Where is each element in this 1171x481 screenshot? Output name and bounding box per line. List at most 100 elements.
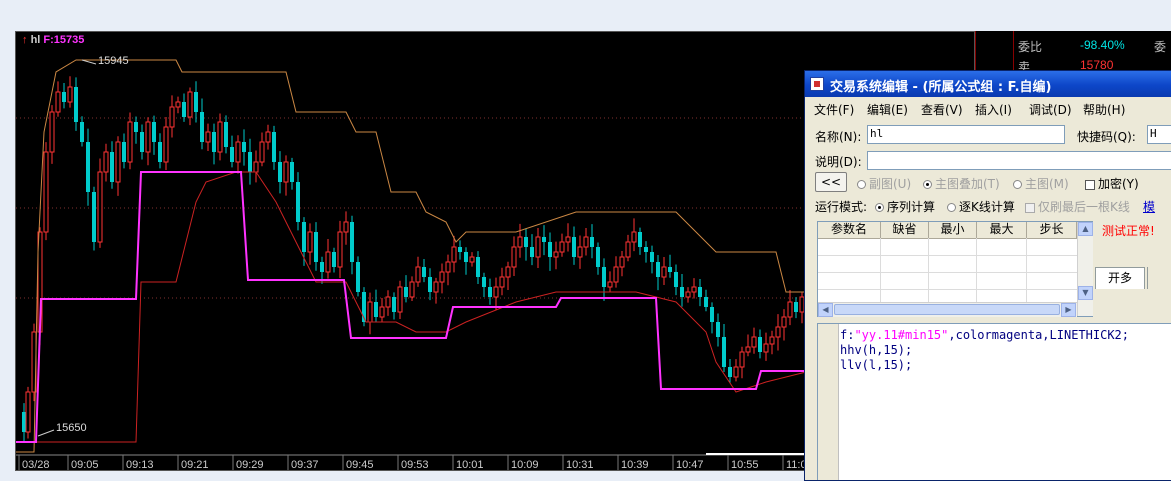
candle-body <box>92 192 96 242</box>
x-tick-label: 10:39 <box>621 459 649 471</box>
candle-body <box>631 231 637 243</box>
candle-body <box>644 247 648 252</box>
collapse-button[interactable]: << <box>815 172 847 192</box>
dialog-titlebar[interactable]: 交易系统编辑 - (所属公式组 : F.自编) <box>805 71 1171 97</box>
menu-view[interactable]: 查看(V) <box>921 101 963 118</box>
low-marker-leader <box>37 429 55 437</box>
candle-body <box>656 262 660 277</box>
test-status-text: 测试正常! <box>1102 224 1155 238</box>
menu-debug[interactable]: 调试(D) <box>1029 101 1072 118</box>
candle-body <box>259 141 265 163</box>
col-default[interactable]: 缺省 <box>881 222 929 238</box>
candle-body <box>343 221 349 233</box>
description-input[interactable] <box>867 151 1171 170</box>
code-line-3: llv(l,15); <box>840 358 913 372</box>
candle-body <box>428 277 432 292</box>
col-min[interactable]: 最小 <box>929 222 977 238</box>
grid-horizontal-scrollbar[interactable]: ◀ ▶ <box>818 302 1077 317</box>
name-label: 名称(N): <box>815 130 862 144</box>
code-line-2: hhv(h,15); <box>840 343 913 357</box>
candle-body <box>158 142 162 162</box>
menu-insert[interactable]: 插入(I) <box>975 101 1012 118</box>
candle-body <box>739 351 745 368</box>
llv-line <box>16 171 807 443</box>
kline-calc-label: 逐K线计算 <box>959 200 1015 214</box>
candle-body <box>296 182 300 222</box>
menu-edit[interactable]: 编辑(E) <box>867 101 908 118</box>
candle-body <box>704 297 708 307</box>
candle-body <box>607 281 613 288</box>
indicator-name: hl <box>30 34 41 46</box>
candle-body <box>698 287 702 297</box>
x-tick-label: 09:21 <box>181 459 209 471</box>
grid-vertical-scrollbar[interactable]: ▲ ▼ <box>1077 222 1093 316</box>
candle-body <box>613 266 619 283</box>
candle-body <box>638 232 642 247</box>
candle-body <box>596 247 600 267</box>
candle-body <box>451 246 457 263</box>
candle-body <box>680 287 684 297</box>
scroll-right-icon[interactable]: ▶ <box>1061 303 1076 317</box>
candle-body <box>524 237 528 247</box>
candle-body <box>86 142 90 192</box>
formula-code-editor[interactable]: f:"yy.11#min15",colormagenta,LINETHICK2;… <box>817 323 1171 480</box>
menu-help[interactable]: 帮助(H) <box>1083 101 1125 118</box>
candle-body <box>25 391 31 433</box>
menu-file[interactable]: 文件(F) <box>814 101 854 118</box>
description-label: 说明(D): <box>815 155 862 169</box>
scroll-left-icon[interactable]: ◀ <box>818 303 833 317</box>
tab-open-long[interactable]: 开多 <box>1095 267 1145 289</box>
candle-body <box>350 222 354 262</box>
candle-body <box>625 241 631 258</box>
candle-body <box>194 92 198 112</box>
radio-sequence-calc[interactable]: 序列计算 <box>875 198 935 215</box>
candle-body <box>691 286 697 293</box>
candle-body <box>374 302 378 317</box>
last-kline-only-checkbox[interactable]: 仅刷最后一根K线 <box>1025 198 1130 215</box>
candle-body <box>397 286 403 313</box>
radio-kline-calc[interactable]: 逐K线计算 <box>947 198 1015 215</box>
candle-body <box>505 266 511 278</box>
grid-col-line <box>976 238 977 304</box>
candle-body <box>530 247 534 257</box>
radio-main[interactable]: 主图(M) <box>1013 175 1069 192</box>
bid-ask-ratio-row: 委比 -98.40% 委 <box>976 38 1171 56</box>
encrypt-checkbox[interactable]: 加密(Y) <box>1085 175 1139 192</box>
candle-body <box>710 307 714 322</box>
candle-body <box>685 291 691 298</box>
candle-body <box>728 367 732 377</box>
candle-body <box>80 122 84 142</box>
radio-main-overlay[interactable]: 主图叠加(T) <box>923 175 1000 192</box>
scroll-down-icon[interactable]: ▼ <box>1078 286 1093 300</box>
radio-subchart[interactable]: 副图(U) <box>857 175 911 192</box>
candle-body <box>385 296 391 308</box>
col-max[interactable]: 最大 <box>977 222 1027 238</box>
candle-body <box>140 132 144 152</box>
candle-body <box>422 267 426 277</box>
candle-body <box>458 247 462 252</box>
candle-body <box>49 111 55 153</box>
app-icon <box>810 77 824 91</box>
parameter-grid[interactable]: 参数名 缺省 最小 最大 步长 ▲ ▼ ◀ ▶ <box>817 221 1093 317</box>
scroll-up-icon[interactable]: ▲ <box>1078 222 1093 236</box>
sequence-calc-label: 序列计算 <box>887 200 936 214</box>
code-token: ,colormagenta,LINETHICK2; <box>948 328 1129 342</box>
candle-body <box>409 281 415 298</box>
x-tick-label: 10:09 <box>511 459 539 471</box>
checkbox-icon <box>1025 202 1035 213</box>
shortcut-input[interactable]: H <box>1147 125 1171 144</box>
candle-body <box>751 336 757 348</box>
scroll-thumb[interactable] <box>834 304 1060 315</box>
col-param-name[interactable]: 参数名 <box>818 222 881 238</box>
candle-body <box>67 86 73 103</box>
candle-body <box>565 236 571 243</box>
grid-header: 参数名 缺省 最小 最大 步长 <box>818 222 1077 239</box>
name-input[interactable]: hl <box>867 125 1065 144</box>
bid-ask-suffix-label: 委 <box>1154 40 1167 54</box>
template-link[interactable]: 模 <box>1143 198 1155 215</box>
dialog-title: 交易系统编辑 - (所属公式组 : F.自编) <box>830 80 1052 95</box>
candle-body <box>22 412 26 432</box>
candle-body <box>445 261 451 273</box>
grid-col-line <box>880 238 881 304</box>
col-step[interactable]: 步长 <box>1027 222 1077 238</box>
